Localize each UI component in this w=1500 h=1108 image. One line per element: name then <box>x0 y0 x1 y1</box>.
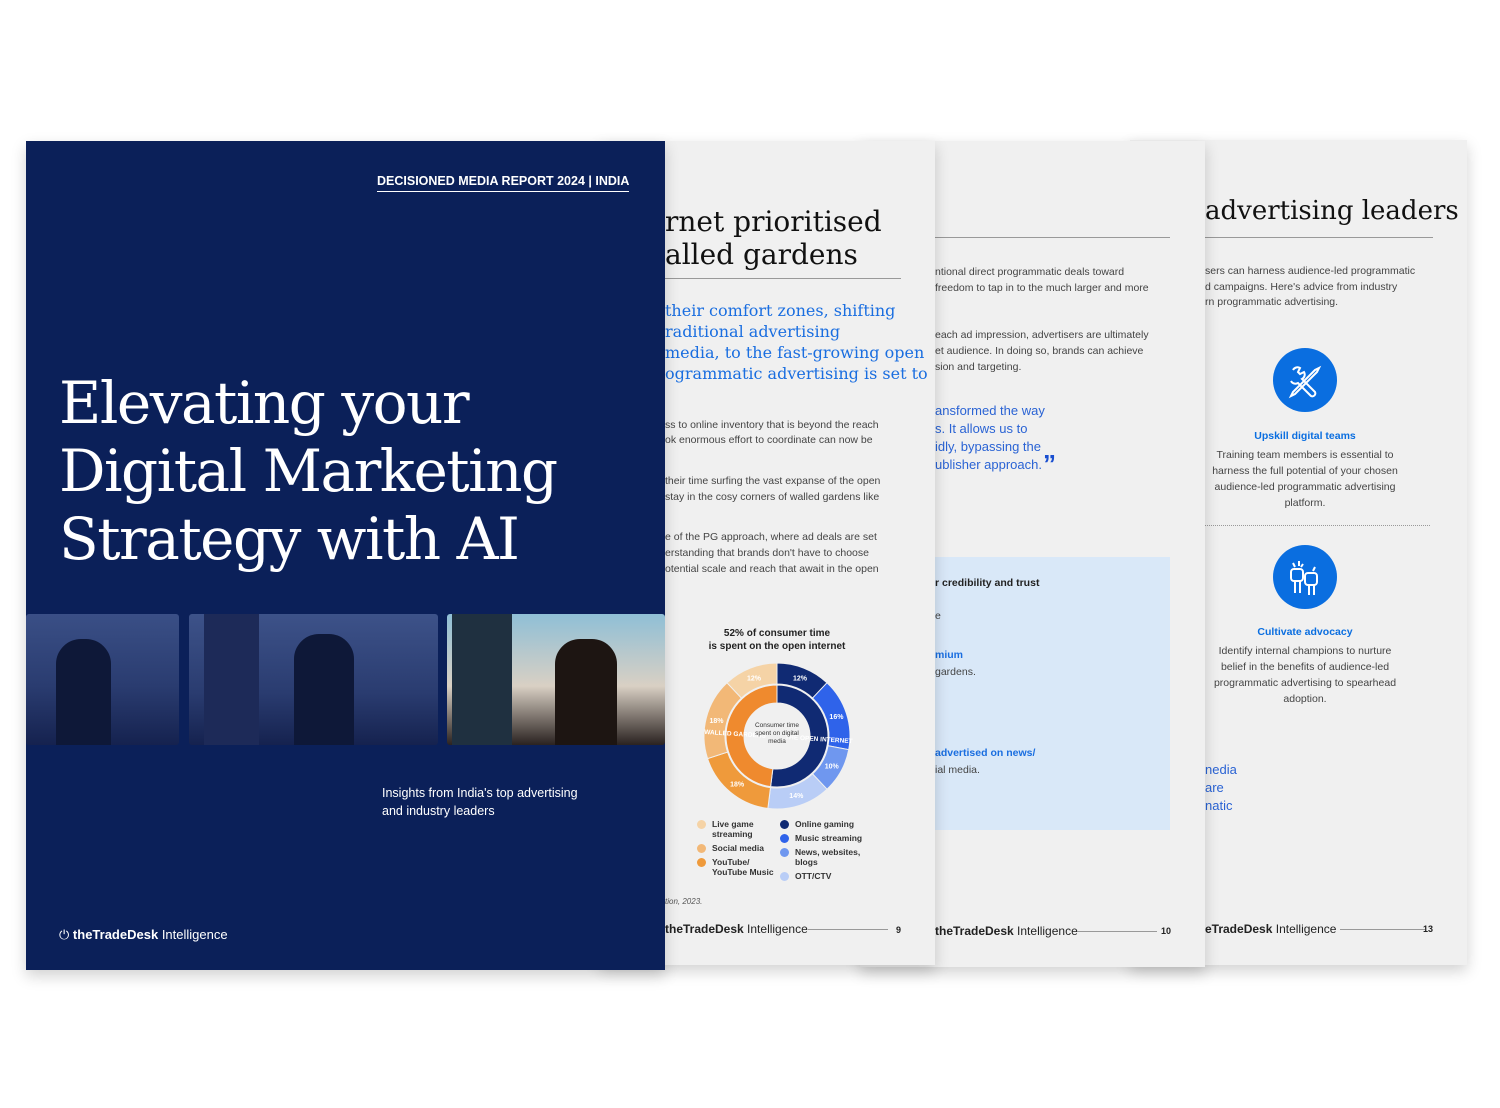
legend-item: OTT/CTV <box>780 871 862 881</box>
tip-text: belief in the benefits of audience-led <box>1220 661 1390 673</box>
segment-label: 12% <box>793 675 808 682</box>
intro-line: sers can harness audience-led programmat… <box>1205 265 1416 277</box>
tip-text: programmatic advertising to spearhead <box>1213 677 1397 689</box>
segment-label: 12% <box>747 675 762 682</box>
source-note: tion, 2023. <box>665 897 703 906</box>
body-line: their time surfing the vast expanse of t… <box>665 475 881 487</box>
quote-line: ublisher approach. <box>935 457 1042 472</box>
box-text: ial media. <box>935 764 980 776</box>
tip-title: Cultivate advocacy <box>1257 626 1353 638</box>
legend-item: Music streaming <box>780 833 862 843</box>
body-line: e of the PG approach, where ad deals are… <box>665 531 877 543</box>
tip-text: harness the full potential of your chose… <box>1212 465 1398 477</box>
footer-brand: theTradeDesk Intelligence <box>665 922 808 936</box>
cover-photo <box>189 614 438 745</box>
segment-label: 14% <box>789 793 804 800</box>
segment-label: 16% <box>829 714 844 721</box>
page-heading: advertising leaders <box>1205 196 1459 226</box>
cover-photo <box>447 614 665 745</box>
legend-item: News, websites, blogs <box>780 847 862 867</box>
quote-line: s. It allows us to <box>935 421 1028 436</box>
body-line: sion and targeting. <box>935 361 1022 373</box>
tip-title: Upskill digital teams <box>1254 430 1356 442</box>
quote-line: nedia <box>1205 762 1237 777</box>
cover-subtitle: Insights from India's top advertising an… <box>382 786 578 818</box>
box-heading: r credibility and trust <box>935 577 1040 589</box>
tip-text: Training team members is essential to <box>1216 449 1394 461</box>
quote-line: are <box>1205 780 1224 795</box>
cover-photo <box>26 614 179 745</box>
body-line: erstanding that brands don't have to cho… <box>665 547 869 559</box>
cover-brand: ⏻ theTradeDesk Intelligence <box>59 927 228 942</box>
legend-label: YouTube/YouTube Music <box>712 857 774 877</box>
quote-line: ansformed the way <box>935 403 1045 418</box>
quote-line: raditional advertising <box>665 322 841 341</box>
legend-item: Social media <box>697 843 774 853</box>
raised-fists-icon <box>1273 545 1337 609</box>
page-number: 13 <box>1423 924 1434 934</box>
legend-label: Live game streaming <box>712 819 754 839</box>
body-line: ss to online inventory that is beyond th… <box>665 419 879 431</box>
page-number: 10 <box>1161 926 1172 936</box>
quote-line: idly, bypassing the <box>935 439 1041 454</box>
box-highlight: mium <box>935 649 964 661</box>
body-line: et audience. In doing so, brands can ach… <box>935 345 1144 357</box>
wrench-pencil-icon <box>1273 348 1337 412</box>
legend-label: News, websites, blogs <box>795 847 861 867</box>
intro-line: d campaigns. Here's advice from industry <box>1205 281 1398 293</box>
chart-center-label: Consumer time spent on digital media <box>754 722 800 745</box>
body-line: freedom to tap in to the much larger and… <box>935 282 1149 294</box>
legend-swatch <box>697 820 706 829</box>
tip-text: Identify internal champions to nurture <box>1218 645 1392 657</box>
power-icon: ⏻ <box>59 927 70 942</box>
tip-text: audience-led programmatic advertising <box>1214 481 1396 493</box>
legend-item: Online gaming <box>780 819 862 829</box>
quote-line: media, to the fast-growing open <box>665 343 925 362</box>
info-box: r credibility and trust e mium gardens. … <box>935 557 1170 830</box>
intro-line: rn programmatic advertising. <box>1205 296 1339 308</box>
close-quote-icon: ” <box>1043 449 1056 479</box>
segment-label: 18% <box>730 782 745 789</box>
report-label: DECISIONED MEDIA REPORT 2024 | INDIA <box>377 174 630 192</box>
body-line: ntional direct programmatic deals toward <box>935 266 1125 278</box>
quote-line: their comfort zones, shifting <box>665 301 896 320</box>
legend-label: OTT/CTV <box>795 871 832 881</box>
legend-swatch <box>780 834 789 843</box>
body-line: ok enormous effort to coordinate can now… <box>665 434 873 446</box>
segment-label: 18% <box>709 718 724 725</box>
body-line: each ad impression, advertisers are ulti… <box>935 329 1149 341</box>
quote-line: ogrammatic advertising is set to <box>665 364 928 383</box>
page-heading-line: rnet prioritised <box>665 205 882 238</box>
chart-title: 52% of consumer time is spent on the ope… <box>708 628 846 652</box>
page-heading-line: alled gardens <box>665 238 858 271</box>
legend-swatch <box>780 820 789 829</box>
tip-text: adoption. <box>1283 693 1327 705</box>
body-line: otential scale and reach that await in t… <box>665 563 879 575</box>
box-text: e <box>935 610 941 622</box>
legend-label: Online gaming <box>795 819 855 829</box>
footer-brand: eTradeDesk Intelligence <box>1205 922 1337 936</box>
legend-item: YouTube/YouTube Music <box>697 857 774 877</box>
cover-title: Elevating your Digital Marketing Strateg… <box>59 369 558 573</box>
legend-swatch <box>697 858 706 867</box>
legend-label: Music streaming <box>795 833 863 843</box>
legend-item: Live game streaming <box>697 819 774 839</box>
footer-brand: theTradeDesk Intelligence <box>935 924 1078 938</box>
tip-text: platform. <box>1284 497 1326 509</box>
divider <box>1205 525 1430 526</box>
quote-line: natic <box>1205 798 1233 813</box>
legend-swatch <box>780 848 789 857</box>
page-number: 9 <box>896 925 902 935</box>
body-line: stay in the cosy corners of walled garde… <box>665 491 880 503</box>
box-highlight: advertised on news/ <box>935 747 1036 759</box>
legend-swatch <box>780 872 789 881</box>
legend-swatch <box>697 844 706 853</box>
cover-page: DECISIONED MEDIA REPORT 2024 | INDIA Ele… <box>26 141 665 970</box>
box-text: gardens. <box>935 666 976 678</box>
segment-label: 10% <box>825 764 840 771</box>
legend-label: Social media <box>712 843 764 853</box>
